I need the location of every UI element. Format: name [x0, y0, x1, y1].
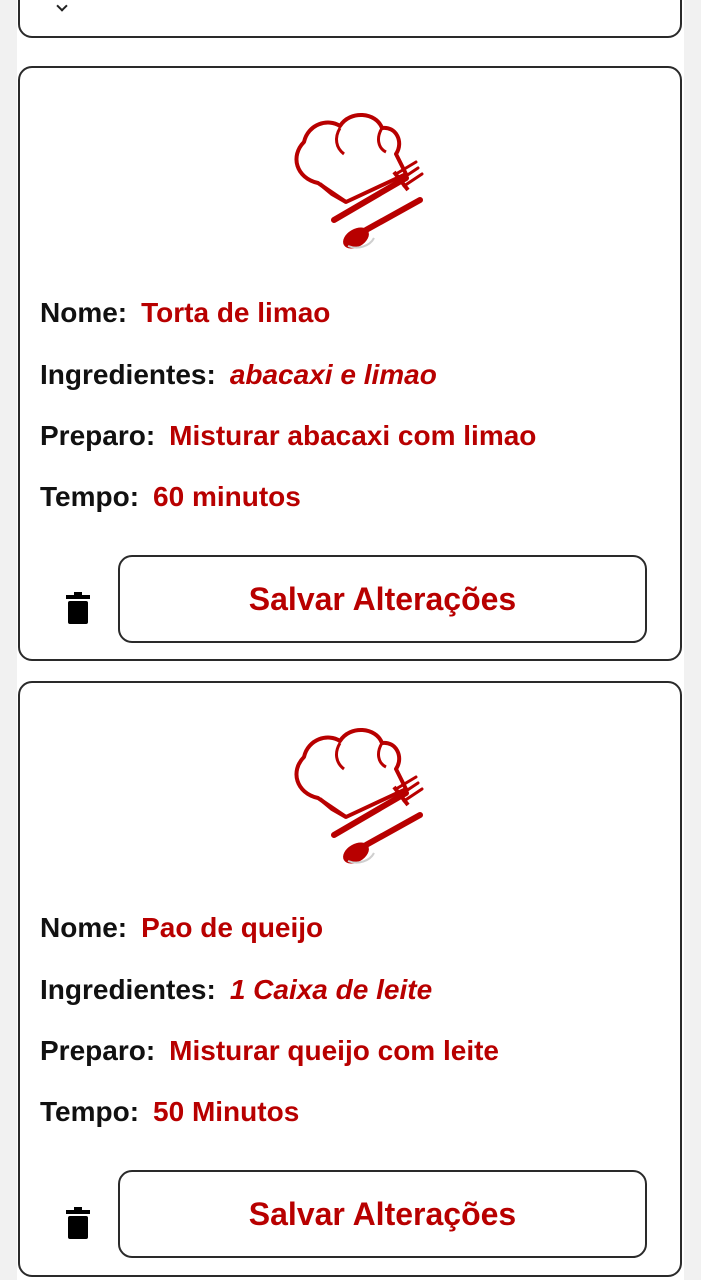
partial-icon	[56, 0, 68, 12]
recipe-preparation-label: Preparo:	[40, 1035, 156, 1066]
recipe-name-label: Nome:	[40, 297, 128, 328]
recipe-card: Nome: Pao de queijo Ingredientes: 1 Caixa …	[18, 681, 682, 1277]
recipe-time-row: Tempo: 60 minutos	[40, 481, 301, 513]
save-changes-button[interactable]: Salvar Alterações	[118, 1170, 647, 1258]
recipe-ingredients-value: abacaxi e limao	[229, 359, 437, 390]
chef-hat-cutlery-icon	[294, 113, 424, 249]
recipe-time-label: Tempo:	[40, 481, 140, 512]
recipe-ingredients-label: Ingredientes:	[40, 359, 216, 390]
recipe-preparation-value: Misturar queijo com leite	[169, 1035, 500, 1066]
recipe-name-row: Nome: Torta de limao	[40, 297, 330, 329]
recipe-preparation-label: Preparo:	[40, 420, 156, 451]
recipe-time-row: Tempo: 50 Minutos	[40, 1096, 299, 1128]
recipe-time-value: 50 Minutos	[153, 1096, 300, 1127]
recipe-ingredients-row: Ingredientes: 1 Caixa de leite	[40, 974, 432, 1006]
save-changes-button[interactable]: Salvar Alterações	[118, 555, 647, 643]
recipe-name-label: Nome:	[40, 912, 128, 943]
recipe-card-partial	[18, 0, 682, 38]
recipe-card: Nome: Torta de limao Ingredientes: abacaxi…	[18, 66, 682, 661]
recipe-time-value: 60 minutos	[153, 481, 301, 512]
recipe-preparation-value: Misturar abacaxi com limao	[169, 420, 537, 451]
recipe-time-label: Tempo:	[40, 1096, 140, 1127]
recipe-preparation-row: Preparo: Misturar abacaxi com limao	[40, 420, 536, 452]
trash-icon[interactable]	[66, 1207, 90, 1239]
recipe-ingredients-value: 1 Caixa de leite	[229, 974, 433, 1005]
recipe-ingredients-row: Ingredientes: abacaxi e limao	[40, 359, 437, 391]
recipe-name-row: Nome: Pao de queijo	[40, 912, 323, 944]
trash-icon[interactable]	[66, 592, 90, 624]
recipe-name-value: Pao de queijo	[141, 912, 324, 943]
recipe-list-screen: Nome: Torta de limao Ingredientes: abacaxi…	[0, 0, 701, 1280]
chef-hat-cutlery-icon	[294, 728, 424, 864]
recipe-ingredients-label: Ingredientes:	[40, 974, 216, 1005]
recipe-name-value: Torta de limao	[141, 297, 331, 328]
recipe-preparation-row: Preparo: Misturar queijo com leite	[40, 1035, 499, 1067]
